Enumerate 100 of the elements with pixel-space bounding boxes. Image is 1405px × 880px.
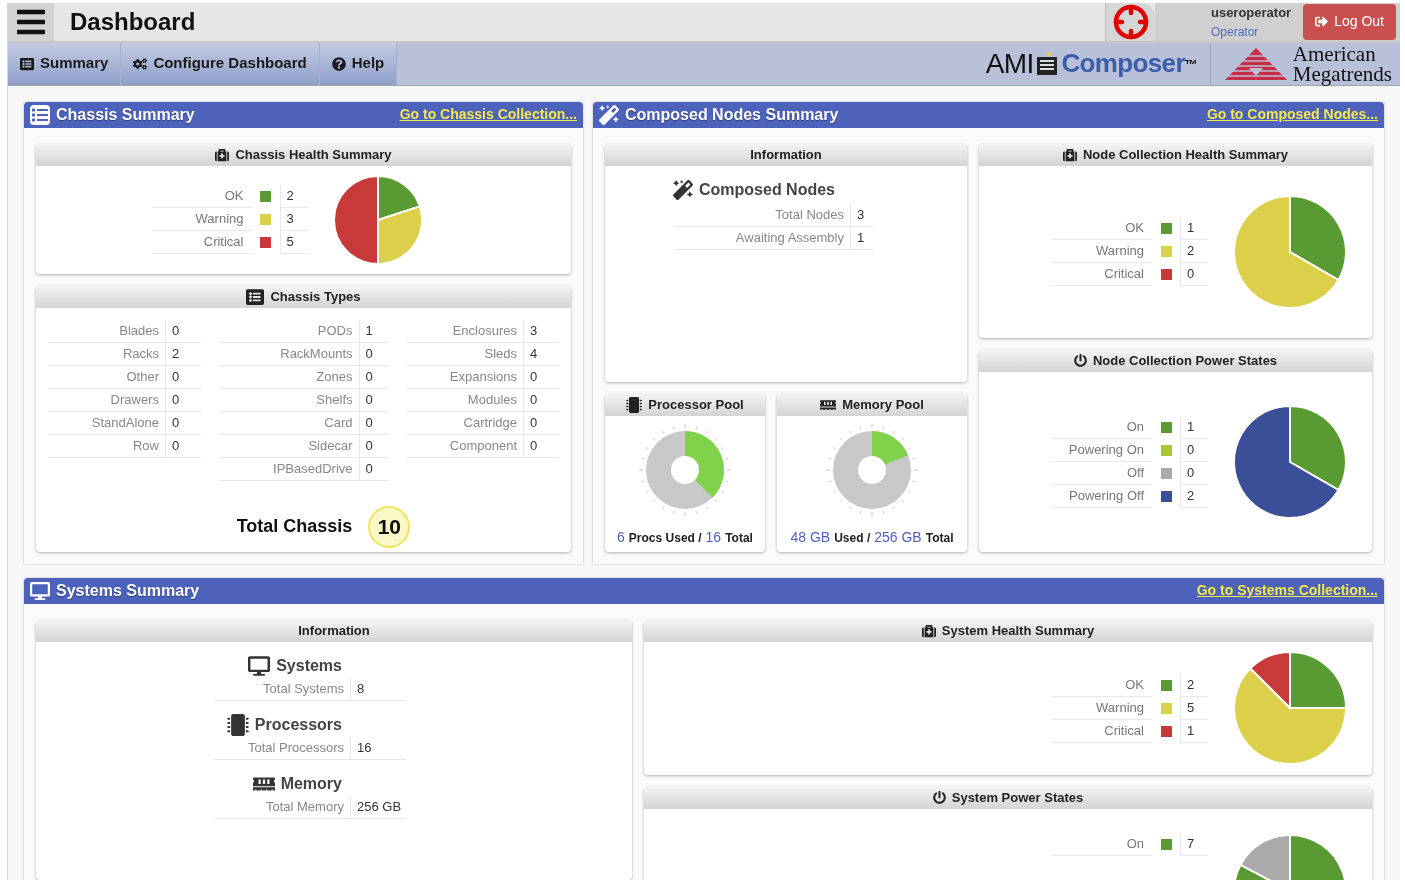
- info-value: 256 GB: [350, 795, 406, 818]
- legend-value: 0: [1180, 263, 1208, 286]
- server-icon: [1035, 50, 1060, 77]
- legend-label: Powering Off: [1052, 484, 1152, 508]
- info-label: Sleds: [483, 344, 518, 363]
- magic-wand-icon: [673, 179, 693, 200]
- section-title: Composed Nodes Summary: [625, 104, 839, 125]
- info-label: StandAlone: [90, 413, 160, 432]
- info-label: Awaiting Assembly: [734, 228, 845, 247]
- nav-tab[interactable]: Configure Dashboard: [121, 42, 320, 85]
- user-role: Operator: [1210, 23, 1260, 41]
- info-value: 1: [358, 319, 389, 342]
- legend-label: Warning: [151, 208, 252, 231]
- info-value: 0: [358, 342, 389, 365]
- info-label: Shelfs: [315, 390, 354, 409]
- legend-value: 7: [1180, 832, 1208, 856]
- info-label: Total Systems: [262, 679, 345, 698]
- info-label: Zones: [315, 367, 354, 386]
- info-label: Total Memory: [264, 797, 345, 816]
- info-value: 8: [350, 677, 406, 700]
- collection-link[interactable]: Go to Composed Nodes...: [1206, 104, 1378, 125]
- legend-label: Critical: [151, 231, 252, 254]
- section-title: Systems Summary: [56, 580, 200, 601]
- legend-value: 0: [1180, 438, 1208, 462]
- info-value: 4: [523, 342, 559, 365]
- pool-used: 6: [617, 527, 625, 547]
- collection-link[interactable]: Go to Chassis Collection...: [399, 104, 577, 125]
- info-value: 3: [523, 319, 559, 342]
- nav-tab[interactable]: Summary: [8, 42, 122, 85]
- legend-label: Off: [1052, 461, 1152, 485]
- list-icon: [246, 287, 265, 306]
- logout-icon: [1315, 15, 1329, 29]
- info-value: 0: [358, 365, 389, 388]
- info-value: 0: [358, 411, 389, 434]
- magic-wand-icon: [599, 104, 619, 125]
- info-label: Enclosures: [451, 321, 518, 340]
- legend-value: 2: [1180, 484, 1208, 508]
- trademark-sign: ™: [1184, 56, 1198, 72]
- info-value: 0: [523, 434, 559, 457]
- product-logo-text: Composer: [1061, 47, 1185, 80]
- card-title: Node Collection Power States: [1092, 351, 1278, 370]
- info-label: Drawers: [109, 390, 160, 409]
- legend-label: OK: [151, 185, 252, 208]
- legend-value: 5: [1180, 696, 1208, 720]
- info-label: Racks: [121, 344, 160, 363]
- legend-value: 1: [1180, 719, 1208, 743]
- info-value: 0: [165, 388, 201, 411]
- menu-button[interactable]: [8, 3, 54, 41]
- legend-label: Warning: [1052, 696, 1152, 720]
- company-name-line: Megatrends: [1292, 63, 1392, 84]
- target-button[interactable]: [1105, 3, 1155, 41]
- info-value: 0: [358, 434, 389, 457]
- info-value: 16: [350, 736, 406, 759]
- info-label: IPBasedDrive: [272, 459, 354, 478]
- page-title: Dashboard: [70, 6, 196, 37]
- info-label: Expansions: [448, 367, 518, 386]
- medkit-icon: [1062, 147, 1077, 162]
- legend-value: 2: [1180, 240, 1208, 263]
- total-count-badge: 10: [368, 505, 411, 548]
- chip-icon: [626, 396, 643, 413]
- card-title: Node Collection Health Summary: [1082, 145, 1289, 164]
- legend-label: On: [1052, 832, 1152, 856]
- crosshair-icon: [1112, 3, 1149, 40]
- total-label: Total Chassis: [236, 514, 353, 538]
- info-label: Sidecar: [307, 436, 354, 455]
- info-value: 0: [523, 411, 559, 434]
- info-heading: Processors: [254, 714, 342, 735]
- info-label: Blades: [118, 321, 160, 340]
- chip-icon: [226, 713, 249, 736]
- info-label: Total Nodes: [774, 205, 845, 224]
- collection-link[interactable]: Go to Systems Collection...: [1196, 580, 1378, 601]
- medkit-icon: [215, 147, 230, 162]
- info-heading: Composed Nodes: [699, 179, 835, 200]
- card-title: Information: [298, 621, 370, 640]
- info-heading: Systems: [276, 655, 342, 676]
- nav-tab[interactable]: Help: [319, 42, 398, 85]
- info-label: Cartridge: [462, 413, 518, 432]
- username: useroperator: [1210, 4, 1292, 22]
- monitor-icon: [30, 580, 50, 601]
- legend-label: OK: [1052, 217, 1152, 240]
- info-value: 1: [850, 226, 874, 249]
- info-value: 0: [165, 434, 201, 457]
- ami-logo-text: AMI: [985, 46, 1034, 81]
- legend-label: Critical: [1052, 263, 1152, 286]
- legend-label: OK: [1052, 673, 1152, 697]
- info-value: 3: [850, 203, 874, 226]
- info-value: 0: [358, 457, 389, 480]
- info-value: 0: [165, 319, 201, 342]
- legend-label: Powering On: [1052, 438, 1152, 462]
- pool-used-label: Procs Used /: [628, 529, 702, 547]
- pool-total: 16: [705, 527, 722, 547]
- nav-icon: [20, 56, 34, 71]
- pool-total-label: Total: [925, 529, 954, 547]
- legend-label: On: [1052, 415, 1152, 439]
- pool-total-label: Total: [725, 529, 753, 547]
- card-title: Memory Pool: [842, 395, 924, 414]
- info-heading: Memory: [280, 773, 342, 794]
- logout-button[interactable]: Log Out: [1303, 3, 1396, 40]
- medkit-icon: [921, 623, 936, 638]
- info-value: 0: [523, 365, 559, 388]
